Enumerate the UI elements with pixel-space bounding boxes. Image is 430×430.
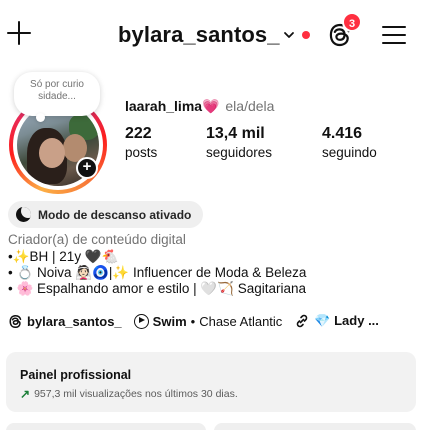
full-name-text: laarah_lima <box>125 98 203 114</box>
stat-followers[interactable]: 13,4 mil seguidores <box>206 125 272 160</box>
add-story-button[interactable]: + <box>76 157 98 179</box>
arrow-up-right-icon: ↗ <box>20 387 31 401</box>
chevron-down-icon[interactable] <box>282 28 296 42</box>
posts-count: 222 <box>125 125 152 142</box>
threads-icon <box>9 314 22 328</box>
music-title: Swim <box>152 313 187 329</box>
play-icon <box>133 313 149 329</box>
profile-category: Criador(a) de conteúdo digital <box>8 232 186 247</box>
profile-full-name: laarah_lima💗 ela/dela <box>125 98 274 115</box>
threads-profile-link[interactable]: bylara_santos_ <box>8 314 122 329</box>
notification-badge: 3 <box>342 12 362 32</box>
stat-following[interactable]: 4.416 seguindo <box>322 125 377 160</box>
top-bar: bylara_santos_ 3 <box>0 0 430 70</box>
music-artist: Chase Atlantic <box>199 313 283 329</box>
followers-count: 13,4 mil <box>206 125 265 142</box>
views-summary: 957,3 mil visualizações nos últimos 30 d… <box>34 388 238 400</box>
followers-label: seguidores <box>206 145 273 160</box>
bio-line: • 🌸 Espalhando amor e estilo | 🤍🏹 Sagita… <box>8 281 307 296</box>
profile-note-text: Só por curio sidade... <box>30 79 84 102</box>
professional-dashboard-title: Painel profissional <box>20 368 132 382</box>
profile-links-row: bylara_santos_ Swim • Chase Atlantic 💎 L… <box>8 312 422 330</box>
music-separator: • <box>190 313 196 329</box>
bio-line: •✨BH | 21y 🖤🐔 <box>8 249 119 264</box>
moon-icon <box>16 207 31 222</box>
plus-icon[interactable] <box>6 20 32 46</box>
following-label: seguindo <box>322 145 377 160</box>
following-count: 4.416 <box>322 125 363 142</box>
account-switcher-username[interactable]: bylara_santos_ <box>118 22 280 48</box>
rest-mode-pill[interactable]: Modo de descanso ativado <box>8 201 204 228</box>
name-emoji: 💗 <box>202 98 220 114</box>
external-link-text: 💎 Lady ... <box>314 313 379 328</box>
share-profile-button[interactable] <box>214 423 416 430</box>
professional-dashboard-summary: ↗ 957,3 mil visualizações nos últimos 30… <box>20 387 402 401</box>
profile-note-bubble[interactable]: Só por curio sidade... <box>14 72 100 122</box>
hamburger-menu-icon[interactable] <box>382 24 406 46</box>
threads-handle: bylara_santos_ <box>27 313 122 329</box>
unread-dot <box>302 31 310 39</box>
rest-mode-label: Modo de descanso ativado <box>38 207 192 222</box>
professional-dashboard-card[interactable]: Painel profissional ↗ 957,3 mil visualiz… <box>6 352 416 412</box>
pronouns: ela/dela <box>225 98 275 114</box>
profile-music-link[interactable]: Swim • Chase Atlantic <box>133 313 283 329</box>
stat-posts[interactable]: 222 posts <box>125 125 157 160</box>
posts-label: posts <box>125 145 158 160</box>
bio-line: • 💍 Noiva 👰🏻🧿|✨ Influencer de Moda & Bel… <box>8 265 307 280</box>
external-link[interactable]: 💎 Lady ... <box>294 313 379 329</box>
link-icon <box>297 314 308 328</box>
edit-profile-button[interactable] <box>6 423 206 430</box>
